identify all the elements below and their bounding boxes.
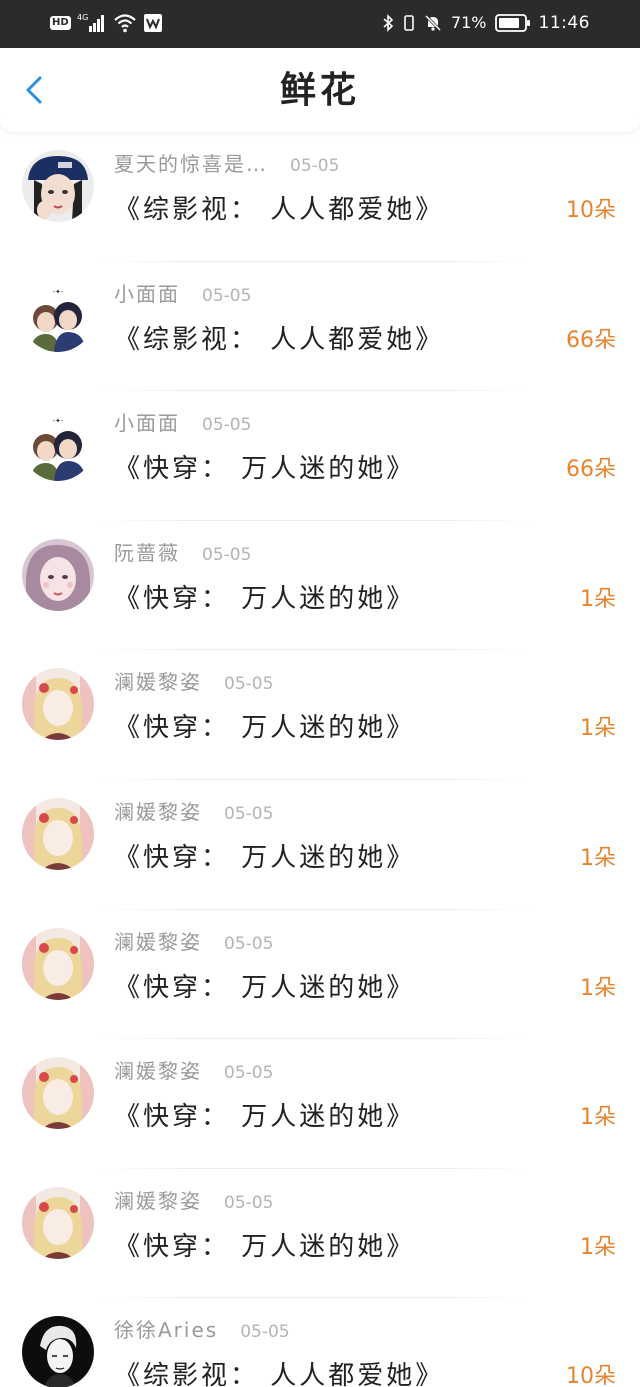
page-title: 鲜花 — [279, 69, 360, 111]
item-meta: 阮蔷薇 05-05 — [114, 539, 251, 569]
username[interactable]: 小面面 — [114, 280, 180, 308]
item-meta: 徐徐Aries 05-05 — [114, 1316, 290, 1346]
item-meta: 澜媛黎姿 05-05 — [114, 668, 273, 698]
book-title[interactable]: 《快穿： 万人迷的她》 — [114, 708, 415, 748]
book-title[interactable]: 《快穿： 万人迷的她》 — [114, 449, 415, 489]
gift-date: 05-05 — [224, 933, 274, 954]
flower-girl-avatar-icon — [22, 1057, 94, 1130]
list-item[interactable]: 阮蔷薇 05-05 《快穿： 万人迷的她》 1朵 — [0, 521, 640, 651]
app-notification-icon — [143, 13, 163, 33]
sketch-boy-avatar-icon — [22, 1316, 94, 1387]
item-meta: 小面面 05-05 — [114, 409, 251, 439]
book-title[interactable]: 《综影视： 人人都爱她》 — [114, 1356, 444, 1387]
flower-girl-avatar-icon — [22, 1186, 94, 1259]
book-title[interactable]: 《快穿： 万人迷的她》 — [114, 579, 415, 619]
gift-date: 05-05 — [202, 285, 252, 306]
vibrate-icon — [403, 13, 415, 33]
status-bar-right: 71% 11:46 — [381, 12, 590, 34]
gift-date: 05-05 — [224, 674, 274, 695]
gift-date: 05-05 — [224, 1063, 274, 1084]
avatar[interactable] — [22, 1186, 94, 1259]
mute-bell-icon — [423, 13, 443, 33]
status-bar-left: HD 4G — [50, 12, 163, 34]
avatar[interactable] — [22, 1316, 94, 1387]
username[interactable]: 徐徐Aries — [114, 1316, 218, 1344]
flower-amount: 66朵 — [566, 457, 616, 483]
flower-amount: 10朵 — [566, 198, 616, 223]
gift-date: 05-05 — [202, 415, 252, 436]
flower-girl-avatar-icon — [22, 927, 94, 1000]
username[interactable]: 小面面 — [114, 409, 180, 437]
book-title[interactable]: 《快穿： 万人迷的她》 — [114, 968, 415, 1008]
avatar[interactable] — [22, 1057, 94, 1130]
battery-icon — [494, 13, 531, 33]
book-title[interactable]: 《快穿： 万人迷的她》 — [114, 1227, 415, 1267]
clock: 11:46 — [538, 13, 590, 33]
item-meta: 夏天的惊喜是… 05-05 — [114, 150, 339, 180]
flower-amount: 1朵 — [580, 1105, 616, 1131]
flower-amount: 1朵 — [580, 1234, 616, 1260]
flower-amount: 1朵 — [580, 716, 616, 742]
battery-percent: 71% — [450, 13, 487, 32]
list-item[interactable]: -✦- 小面面 05-05 《综影视： 人人都爱她》 66朵 — [0, 262, 640, 392]
book-title[interactable]: 《快穿： 万人迷的她》 — [114, 1097, 415, 1137]
list-item[interactable]: -✦- 小面面 05-05 《快穿： 万人迷的她》 66朵 — [0, 391, 640, 521]
flower-girl-avatar-icon — [22, 668, 94, 741]
gift-date: 05-05 — [290, 156, 340, 176]
flower-gift-list: 夏天的惊喜是… 05-05 《综影视： 人人都爱她》 10朵 -✦- 小面面 0… — [0, 132, 640, 1387]
list-item[interactable]: 徐徐Aries 05-05 《综影视： 人人都爱她》 10朵 — [0, 1298, 640, 1387]
item-meta: 小面面 05-05 — [114, 280, 251, 310]
svg-text:-✦-: -✦- — [53, 417, 64, 425]
list-item[interactable]: 澜媛黎姿 05-05 《快穿： 万人迷的她》 1朵 — [0, 910, 640, 1040]
avatar[interactable]: -✦- — [22, 279, 94, 352]
girl-cap-avatar-icon — [22, 150, 94, 222]
avatar[interactable] — [22, 538, 94, 611]
flower-amount: 66朵 — [566, 327, 616, 353]
list-item[interactable]: 夏天的惊喜是… 05-05 《综影视： 人人都爱她》 10朵 — [0, 132, 640, 262]
avatar[interactable] — [22, 927, 94, 1000]
username[interactable]: 澜媛黎姿 — [114, 1057, 202, 1085]
username[interactable]: 澜媛黎姿 — [114, 798, 202, 826]
flower-amount: 1朵 — [580, 586, 616, 612]
flower-amount: 1朵 — [580, 845, 616, 871]
list-item[interactable]: 澜媛黎姿 05-05 《快穿： 万人迷的她》 1朵 — [0, 1039, 640, 1169]
hd-badge: HD — [50, 16, 71, 30]
username[interactable]: 澜媛黎姿 — [114, 1187, 202, 1215]
couple-avatar-icon: -✦- — [22, 279, 94, 352]
flower-amount: 1朵 — [580, 975, 616, 1001]
svg-text:-✦-: -✦- — [53, 288, 64, 296]
list-item[interactable]: 澜媛黎姿 05-05 《快穿： 万人迷的她》 1朵 — [0, 650, 640, 780]
username[interactable]: 澜媛黎姿 — [114, 668, 202, 696]
username[interactable]: 阮蔷薇 — [114, 539, 180, 567]
book-title[interactable]: 《综影视： 人人都爱她》 — [114, 320, 444, 360]
gift-date: 05-05 — [224, 1192, 274, 1213]
book-title[interactable]: 《快穿： 万人迷的她》 — [114, 838, 415, 878]
item-meta: 澜媛黎姿 05-05 — [114, 1187, 273, 1217]
bluetooth-icon — [381, 13, 395, 33]
avatar[interactable]: -✦- — [22, 409, 94, 482]
wifi-icon — [113, 12, 137, 34]
item-meta: 澜媛黎姿 05-05 — [114, 798, 273, 828]
list-item[interactable]: 澜媛黎姿 05-05 《快穿： 万人迷的她》 1朵 — [0, 1169, 640, 1299]
pink-girl-avatar-icon — [22, 538, 94, 611]
avatar[interactable] — [22, 150, 94, 222]
cellular-signal-icon: 4G — [77, 12, 107, 34]
gift-date: 05-05 — [240, 1322, 290, 1343]
svg-text:4G: 4G — [77, 13, 88, 22]
book-title[interactable]: 《综影视： 人人都爱她》 — [114, 190, 444, 230]
gift-date: 05-05 — [202, 544, 252, 565]
avatar[interactable] — [22, 668, 94, 741]
app-header: 鲜花 — [0, 48, 640, 132]
gift-date: 05-05 — [224, 803, 274, 824]
flower-amount: 10朵 — [566, 1364, 616, 1387]
couple-avatar-icon: -✦- — [22, 409, 94, 482]
username[interactable]: 夏天的惊喜是… — [114, 150, 268, 178]
item-meta: 澜媛黎姿 05-05 — [114, 1057, 273, 1087]
avatar[interactable] — [22, 797, 94, 870]
username[interactable]: 澜媛黎姿 — [114, 928, 202, 956]
flower-girl-avatar-icon — [22, 797, 94, 870]
list-item[interactable]: 澜媛黎姿 05-05 《快穿： 万人迷的她》 1朵 — [0, 780, 640, 910]
item-meta: 澜媛黎姿 05-05 — [114, 928, 273, 958]
status-bar: HD 4G 71% 11:46 — [0, 0, 640, 48]
